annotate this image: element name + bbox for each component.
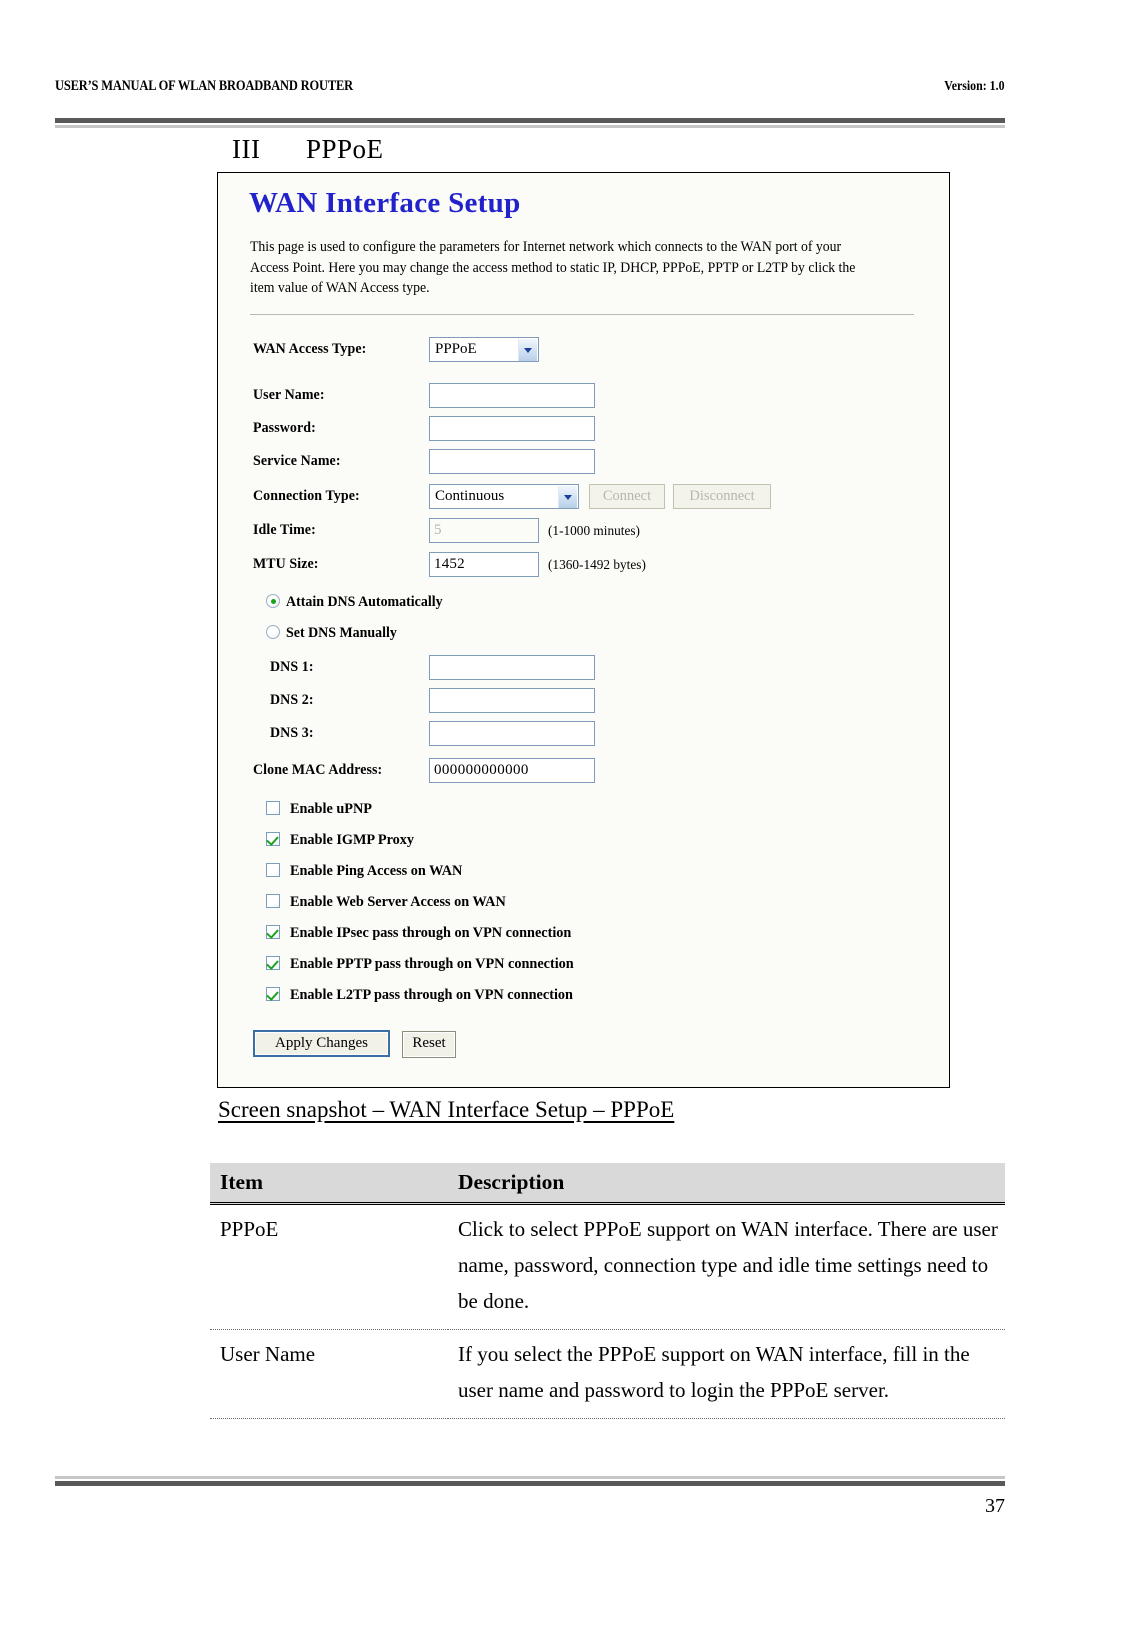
table-cell-item: PPPoE [210, 1203, 448, 1330]
item-description-table: Item Description PPPoE Click to select P… [210, 1163, 1005, 1419]
enable-ping-access-label: Enable Ping Access on WAN [290, 863, 463, 879]
user-name-input[interactable] [429, 383, 595, 408]
wan-access-type-label: WAN Access Type: [253, 341, 367, 357]
row-idle-time: Idle Time: 5 (1-1000 minutes) [218, 518, 949, 543]
table-cell-item: User Name [210, 1329, 448, 1419]
running-header: USER’S MANUAL OF WLAN BROADBAND ROUTER V… [55, 78, 1005, 95]
attain-dns-radio[interactable] [266, 594, 280, 608]
enable-upnp-label: Enable uPNP [290, 801, 372, 817]
row-connection-type: Connection Type: Continuous Connect Disc… [218, 484, 949, 509]
wan-access-type-value: PPPoE [435, 341, 477, 357]
enable-pptp-passthrough-checkbox[interactable] [266, 956, 280, 970]
password-label: Password: [253, 420, 316, 436]
dns1-label: DNS 1: [270, 659, 314, 675]
mtu-size-input[interactable]: 1452 [429, 552, 539, 577]
row-password: Password: [218, 416, 949, 441]
page-number: 37 [985, 1495, 1005, 1517]
idle-time-input[interactable]: 5 [429, 518, 539, 543]
section-number: III [232, 134, 261, 164]
footer-rule [55, 1476, 1005, 1486]
connect-button[interactable]: Connect [589, 484, 665, 509]
service-name-label: Service Name: [253, 453, 341, 469]
enable-ipsec-passthrough-label: Enable IPsec pass through on VPN connect… [290, 925, 572, 941]
table-row: User Name If you select the PPPoE suppor… [210, 1329, 1005, 1419]
reset-button[interactable]: Reset [402, 1031, 456, 1058]
dns1-input[interactable] [429, 655, 595, 680]
wan-interface-setup-title: WAN Interface Setup [249, 187, 521, 219]
attain-dns-label: Attain DNS Automatically [286, 594, 443, 610]
table-cell-description: If you select the PPPoE support on WAN i… [448, 1329, 1005, 1419]
row-attain-dns: Attain DNS Automatically [218, 590, 949, 614]
row-checkbox-5: Enable PPTP pass through on VPN connecti… [218, 953, 949, 977]
set-dns-radio[interactable] [266, 625, 280, 639]
enable-upnp-checkbox[interactable] [266, 801, 280, 815]
clone-mac-input[interactable]: 000000000000 [429, 758, 595, 783]
document-page: USER’S MANUAL OF WLAN BROADBAND ROUTER V… [0, 0, 1138, 1652]
manual-title: USER’S MANUAL OF WLAN BROADBAND ROUTER [55, 78, 353, 94]
enable-igmp-proxy-label: Enable IGMP Proxy [290, 832, 415, 848]
row-checkbox-0: Enable uPNP [218, 798, 949, 822]
row-checkbox-4: Enable IPsec pass through on VPN connect… [218, 922, 949, 946]
row-checkbox-3: Enable Web Server Access on WAN [218, 891, 949, 915]
connection-type-label: Connection Type: [253, 488, 360, 504]
mtu-size-hint: (1360-1492 bytes) [548, 558, 646, 573]
enable-ping-access-checkbox[interactable] [266, 863, 280, 877]
enable-web-server-access-checkbox[interactable] [266, 894, 280, 908]
enable-pptp-passthrough-label: Enable PPTP pass through on VPN connecti… [290, 956, 574, 972]
table-header-row: Item Description [210, 1163, 1005, 1205]
enable-ipsec-passthrough-checkbox[interactable] [266, 925, 280, 939]
page-description: This page is used to configure the param… [250, 239, 856, 296]
set-dns-label: Set DNS Manually [286, 625, 397, 641]
apply-changes-button[interactable]: Apply Changes [253, 1030, 390, 1057]
row-checkbox-2: Enable Ping Access on WAN [218, 860, 949, 884]
row-set-dns: Set DNS Manually [218, 621, 949, 645]
row-checkbox-6: Enable L2TP pass through on VPN connecti… [218, 984, 949, 1008]
row-service-name: Service Name: [218, 449, 949, 474]
chevron-down-icon[interactable] [518, 339, 537, 361]
password-input[interactable] [429, 416, 595, 441]
chevron-down-icon[interactable] [558, 486, 577, 508]
dns3-input[interactable] [429, 721, 595, 746]
user-name-label: User Name: [253, 387, 325, 403]
row-checkbox-1: Enable IGMP Proxy [218, 829, 949, 853]
idle-time-label: Idle Time: [253, 522, 316, 538]
enable-l2tp-passthrough-label: Enable L2TP pass through on VPN connecti… [290, 987, 573, 1003]
row-dns3: DNS 3: [218, 721, 949, 746]
dns2-input[interactable] [429, 688, 595, 713]
table-header-description: Description [448, 1163, 1005, 1205]
row-user-name: User Name: [218, 383, 949, 408]
table-header-item: Item [210, 1163, 448, 1205]
wan-access-type-select[interactable]: PPPoE [429, 337, 539, 362]
header-rule [55, 118, 1005, 128]
screenshot-figure: WAN Interface Setup This page is used to… [217, 172, 950, 1088]
connection-type-select[interactable]: Continuous [429, 484, 579, 509]
dns2-label: DNS 2: [270, 692, 314, 708]
enable-l2tp-passthrough-checkbox[interactable] [266, 987, 280, 1001]
table-cell-description: Click to select PPPoE support on WAN int… [448, 1203, 1005, 1330]
enable-igmp-proxy-checkbox[interactable] [266, 832, 280, 846]
row-wan-access-type: WAN Access Type: PPPoE [218, 337, 949, 362]
section-title: PPPoE [306, 134, 384, 164]
service-name-input[interactable] [429, 449, 595, 474]
dns3-label: DNS 3: [270, 725, 314, 741]
connection-type-value: Continuous [435, 488, 505, 504]
version-label: Version: 1.0 [944, 78, 1005, 93]
row-dns2: DNS 2: [218, 688, 949, 713]
section-heading: III PPPoE [232, 134, 384, 165]
row-dns1: DNS 1: [218, 655, 949, 680]
disconnect-button[interactable]: Disconnect [673, 484, 771, 509]
figure-caption: Screen snapshot – WAN Interface Setup – … [218, 1097, 675, 1122]
divider [250, 314, 914, 315]
clone-mac-label: Clone MAC Address: [253, 762, 383, 778]
row-clone-mac: Clone MAC Address: 000000000000 [218, 758, 949, 783]
enable-web-server-access-label: Enable Web Server Access on WAN [290, 894, 506, 910]
mtu-size-label: MTU Size: [253, 556, 319, 572]
table-row: PPPoE Click to select PPPoE support on W… [210, 1203, 1005, 1330]
row-mtu-size: MTU Size: 1452 (1360-1492 bytes) [218, 552, 949, 577]
idle-time-hint: (1-1000 minutes) [548, 524, 640, 539]
